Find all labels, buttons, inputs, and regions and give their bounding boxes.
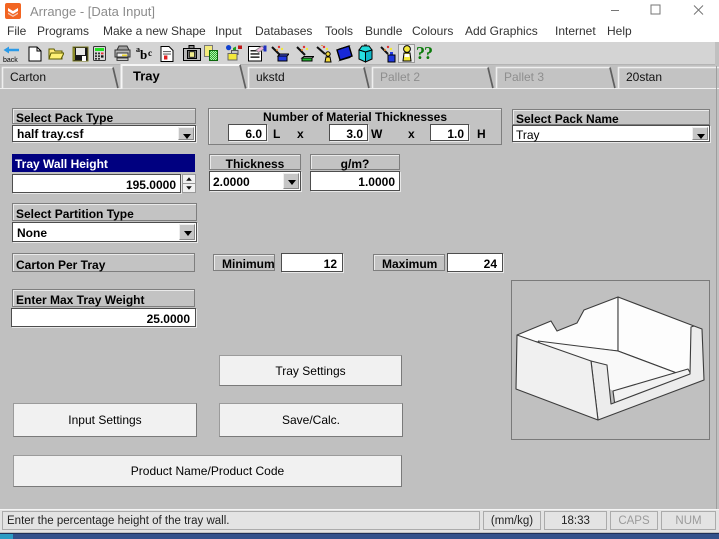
svg-text:Pallet 2: Pallet 2 (380, 70, 420, 84)
svg-text:20stan: 20stan (626, 70, 662, 84)
svg-text:c: c (148, 48, 152, 58)
svg-text:Tray: Tray (133, 69, 161, 84)
svg-text:back: back (3, 57, 18, 64)
svg-text:ukstd: ukstd (256, 70, 285, 84)
svg-text:b: b (140, 47, 147, 62)
svg-text:Pallet 3: Pallet 3 (504, 70, 544, 84)
svg-text:Carton: Carton (10, 70, 46, 84)
